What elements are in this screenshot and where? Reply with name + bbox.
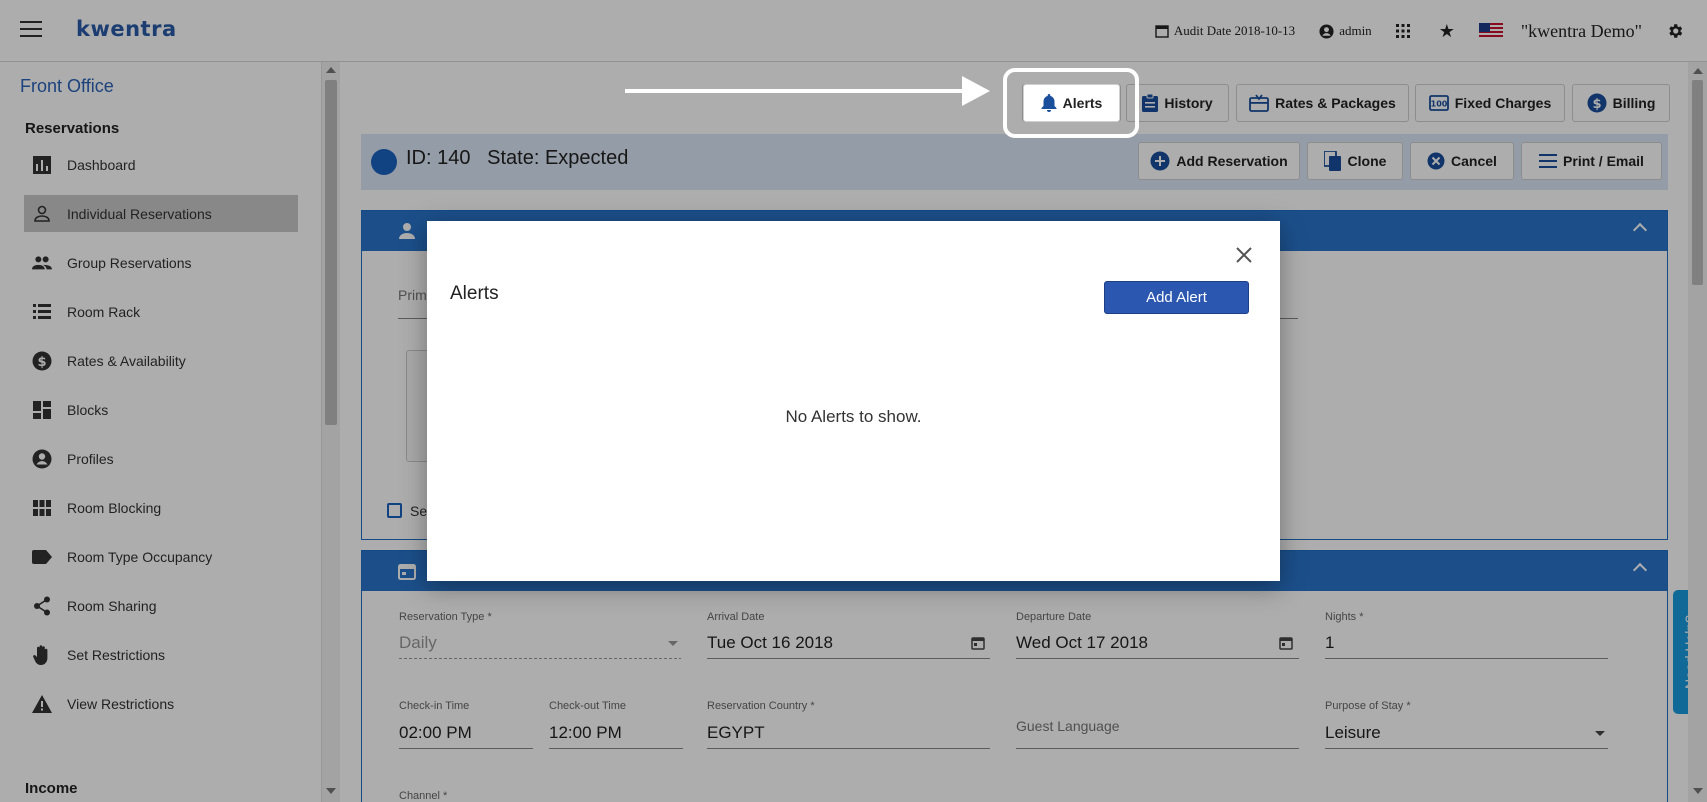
- dialog-title: Alerts: [450, 283, 499, 304]
- close-icon[interactable]: [1234, 245, 1254, 265]
- add-alert-button[interactable]: Add Alert: [1104, 281, 1249, 314]
- pointer-arrow: [625, 89, 965, 93]
- empty-state-text: No Alerts to show.: [785, 407, 922, 426]
- alerts-dialog: Alerts Add Alert No Alerts to show.: [427, 221, 1280, 581]
- pointer-arrow-head: [962, 76, 990, 106]
- highlight-box: [1003, 68, 1139, 138]
